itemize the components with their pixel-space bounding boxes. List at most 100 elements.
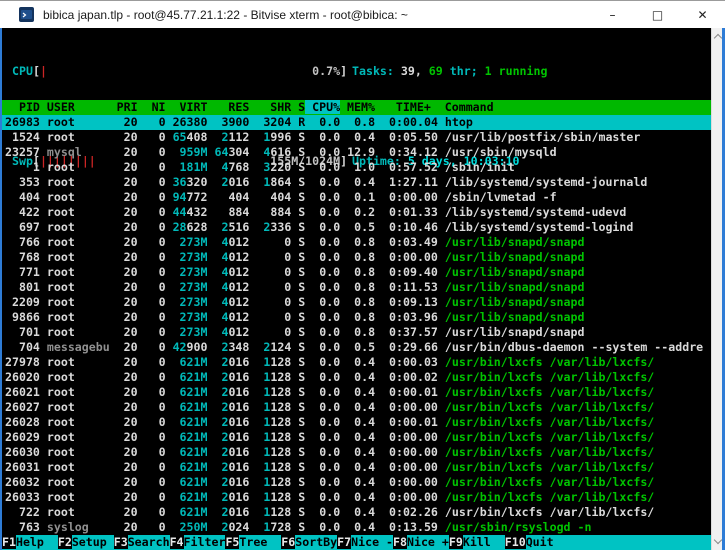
- title-bar: bibica japan.tlp - root@45.77.21.1:22 - …: [0, 0, 725, 28]
- process-table-header[interactable]: PID USER PRI NI VIRT RES SHR S CPU% MEM%…: [2, 100, 711, 115]
- process-command: /usr/sbin/rsyslogd -n: [445, 520, 592, 534]
- process-command: /usr/bin/lxcfs /var/lib/lxcfs/: [445, 490, 654, 504]
- process-command: /usr/lib/snapd/snapd: [445, 310, 585, 324]
- meter-bar: | 0.7%: [40, 64, 340, 79]
- process-row-9866[interactable]: 9866 root 20 0 273M 4012 0 S 0.0 0.8 0:0…: [2, 310, 711, 325]
- fkey-label: Filter: [184, 535, 226, 549]
- fkey-f7[interactable]: F7Nice -: [337, 535, 393, 550]
- process-row-26029[interactable]: 26029 root 20 0 621M 2016 1128 S 0.0 0.4…: [2, 430, 711, 445]
- process-row-763[interactable]: 763 syslog 20 0 250M 2024 1728 S 0.0 0.4…: [2, 520, 711, 535]
- process-table: 26983 root 20 0 26380 3900 3204 R 0.0 0.…: [2, 115, 711, 535]
- fkey-label: Quit: [526, 535, 568, 549]
- fkey-f6[interactable]: F6SortBy: [281, 535, 337, 550]
- fkey-number: F10: [505, 535, 526, 549]
- process-command: /lib/systemd/systemd-logind: [445, 220, 633, 234]
- fkey-label: Nice +: [407, 535, 449, 549]
- tasks-summary: Tasks: 39, 69 thr; 1 running: [352, 64, 547, 79]
- process-command: /usr/lib/snapd/snapd: [445, 280, 585, 294]
- window-title: bibica japan.tlp - root@45.77.21.1:22 - …: [43, 8, 590, 22]
- fkey-label: Nice -: [351, 535, 393, 549]
- process-command: /usr/bin/lxcfs /var/lib/lxcfs/: [445, 430, 654, 444]
- column-header-cpu%[interactable]: CPU%: [305, 100, 340, 114]
- fkey-f3[interactable]: F3Search: [114, 535, 170, 550]
- fkey-f2[interactable]: F2Setup: [58, 535, 114, 550]
- process-row-23257[interactable]: 23257 mysql 20 0 959M 64304 4616 S 0.0 1…: [2, 145, 711, 160]
- fkey-f4[interactable]: F4Filter: [170, 535, 226, 550]
- process-command: /usr/bin/lxcfs /var/lib/lxcfs/: [445, 385, 654, 399]
- fkey-f1[interactable]: F1Help: [2, 535, 58, 550]
- process-command: /lib/systemd/systemd-journald: [445, 175, 647, 189]
- minimize-button[interactable]: –: [590, 1, 635, 29]
- terminal-screen: CPU[|0.7%] Mem[|||||||||||||||||||||||||…: [2, 28, 711, 550]
- process-row-353[interactable]: 353 root 20 0 36320 2016 1864 S 0.0 0.4 …: [2, 175, 711, 190]
- fkey-label: Setup: [72, 535, 114, 549]
- fkey-number: F7: [337, 535, 351, 549]
- fkey-label: Search: [128, 535, 170, 549]
- fkey-f10[interactable]: F10Quit: [505, 535, 568, 550]
- process-command: /usr/bin/lxcfs /var/lib/lxcfs/: [445, 505, 654, 519]
- process-command: /usr/lib/snapd/snapd: [445, 295, 585, 309]
- process-command: /usr/bin/lxcfs /var/lib/lxcfs/: [445, 355, 654, 369]
- process-row-697[interactable]: 697 root 20 0 28628 2516 2336 S 0.0 0.5 …: [2, 220, 711, 235]
- process-row-27978[interactable]: 27978 root 20 0 621M 2016 1128 S 0.0 0.4…: [2, 355, 711, 370]
- process-row-26021[interactable]: 26021 root 20 0 621M 2016 1128 S 0.0 0.4…: [2, 385, 711, 400]
- process-row-26033[interactable]: 26033 root 20 0 621M 2016 1128 S 0.0 0.4…: [2, 490, 711, 505]
- process-row-26028[interactable]: 26028 root 20 0 621M 2016 1128 S 0.0 0.4…: [2, 415, 711, 430]
- process-command: /usr/bin/lxcfs /var/lib/lxcfs/: [445, 400, 654, 414]
- process-row-771[interactable]: 771 root 20 0 273M 4012 0 S 0.0 0.8 0:09…: [2, 265, 711, 280]
- process-command: /usr/sbin/mysqld: [445, 145, 557, 159]
- process-row-404[interactable]: 404 root 20 0 94772 404 404 S 0.0 0.1 0:…: [2, 190, 711, 205]
- window-controls: – □ ✕: [590, 1, 725, 29]
- process-row-26031[interactable]: 26031 root 20 0 621M 2016 1128 S 0.0 0.4…: [2, 460, 711, 475]
- process-row-26020[interactable]: 26020 root 20 0 621M 2016 1128 S 0.0 0.4…: [2, 370, 711, 385]
- process-row-2209[interactable]: 2209 root 20 0 273M 4012 0 S 0.0 0.8 0:0…: [2, 295, 711, 310]
- process-row-1524[interactable]: 1524 root 20 0 65408 2112 1996 S 0.0 0.4…: [2, 130, 711, 145]
- fkey-number: F8: [393, 535, 407, 549]
- process-command: /lib/systemd/systemd-udevd: [445, 205, 626, 219]
- fkey-number: F4: [170, 535, 184, 549]
- process-row-1[interactable]: 1 root 20 0 181M 4768 3220 S 0.0 1.0 0:5…: [2, 160, 711, 175]
- process-command: /usr/bin/lxcfs /var/lib/lxcfs/: [445, 445, 654, 459]
- process-row-26030[interactable]: 26030 root 20 0 621M 2016 1128 S 0.0 0.4…: [2, 445, 711, 460]
- process-row-26027[interactable]: 26027 root 20 0 621M 2016 1128 S 0.0 0.4…: [2, 400, 711, 415]
- meter-ticks: |: [40, 64, 47, 78]
- process-command: /usr/lib/snapd/snapd: [445, 235, 585, 249]
- process-row-422[interactable]: 422 root 20 0 44432 884 884 S 0.0 0.2 0:…: [2, 205, 711, 220]
- process-row-26032[interactable]: 26032 root 20 0 621M 2016 1128 S 0.0 0.4…: [2, 475, 711, 490]
- fkey-label: Tree: [239, 535, 281, 549]
- close-button[interactable]: ✕: [680, 1, 725, 29]
- process-row-26983[interactable]: 26983 root 20 0 26380 3900 3204 R 0.0 0.…: [2, 115, 711, 130]
- fkey-f9[interactable]: F9Kill: [449, 535, 505, 550]
- process-command: /usr/lib/snapd/snapd: [445, 325, 585, 339]
- process-command: /usr/bin/lxcfs /var/lib/lxcfs/: [445, 460, 654, 474]
- process-row-768[interactable]: 768 root 20 0 273M 4012 0 S 0.0 0.8 0:00…: [2, 250, 711, 265]
- function-key-bar: F1Help F2Setup F3SearchF4FilterF5Tree F6…: [2, 535, 711, 550]
- process-command: /usr/bin/lxcfs /var/lib/lxcfs/: [445, 415, 654, 429]
- fkey-number: F6: [281, 535, 295, 549]
- process-row-766[interactable]: 766 root 20 0 273M 4012 0 S 0.0 0.8 0:03…: [2, 235, 711, 250]
- scrollbar-up-icon[interactable]: [714, 34, 722, 42]
- fkey-number: F5: [225, 535, 239, 549]
- meter-value: 0.7%: [312, 64, 340, 79]
- process-command: /usr/lib/postfix/sbin/master: [445, 130, 640, 144]
- app-icon: [19, 7, 34, 22]
- process-command: /usr/bin/lxcfs /var/lib/lxcfs/: [445, 475, 654, 489]
- fkey-f5[interactable]: F5Tree: [225, 535, 281, 550]
- fkey-label: Kill: [463, 535, 505, 549]
- process-command: /sbin/init: [445, 160, 515, 174]
- fkey-f8[interactable]: F8Nice +: [393, 535, 449, 550]
- app-window: bibica japan.tlp - root@45.77.21.1:22 - …: [0, 0, 725, 550]
- process-row-704[interactable]: 704 messagebu 20 0 42900 2348 2124 S 0.0…: [2, 340, 711, 355]
- fkey-number: F2: [58, 535, 72, 549]
- fkey-number: F1: [2, 535, 16, 549]
- process-command: htop: [445, 115, 473, 129]
- meter-label: CPU: [12, 64, 33, 78]
- process-row-722[interactable]: 722 root 20 0 621M 2016 1128 S 0.0 0.4 0…: [2, 505, 711, 520]
- process-row-701[interactable]: 701 root 20 0 273M 4012 0 S 0.0 0.8 0:37…: [2, 325, 711, 340]
- process-row-801[interactable]: 801 root 20 0 273M 4012 0 S 0.0 0.8 0:11…: [2, 280, 711, 295]
- scrollbar[interactable]: [711, 28, 722, 550]
- process-command: /sbin/lvmetad -f: [445, 190, 557, 204]
- scrollbar-down-icon[interactable]: [714, 536, 722, 544]
- fkey-label: Help: [16, 535, 58, 549]
- maximize-button[interactable]: □: [635, 1, 680, 29]
